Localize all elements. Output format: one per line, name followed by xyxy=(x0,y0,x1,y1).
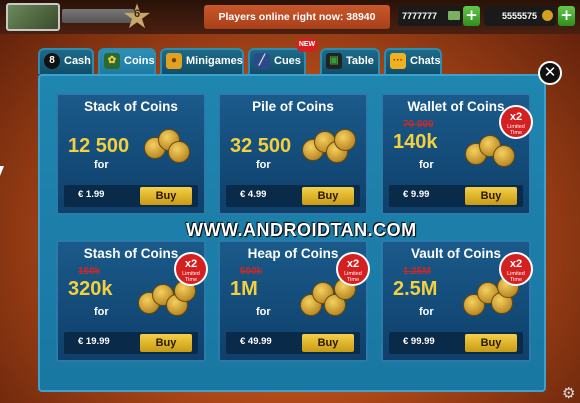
buy-button[interactable]: Buy xyxy=(465,187,517,205)
minigames-icon: ● xyxy=(166,53,182,69)
tab-cash[interactable]: 8 Cash xyxy=(38,48,94,74)
price-row: € 99.99 Buy xyxy=(389,332,523,354)
price-row: € 9.99 Buy xyxy=(389,185,523,207)
cash-icon xyxy=(448,11,460,20)
cash-8ball-icon: 8 xyxy=(44,53,60,69)
coins-amount: 5555575 xyxy=(502,11,538,21)
x2-limited-badge: x2 Limited Time xyxy=(336,252,370,286)
offer-for-label: for xyxy=(419,306,434,318)
badge-multiplier: x2 xyxy=(184,258,198,270)
add-cash-button[interactable]: + xyxy=(463,6,480,26)
x2-limited-badge: x2 Limited Time xyxy=(174,252,208,286)
offer-amount: 1M xyxy=(230,278,258,300)
price-row: € 19.99 Buy xyxy=(64,332,198,354)
tab-table[interactable]: ▣ Table xyxy=(320,48,380,74)
tab-minigames[interactable]: ● Minigames xyxy=(160,48,244,74)
coins-icon: ✿ xyxy=(104,53,120,69)
new-badge: NEW xyxy=(296,38,318,52)
offer-price: € 4.99 xyxy=(240,189,267,200)
tab-label: Cues xyxy=(274,55,301,67)
badge-text: Limited Time xyxy=(507,124,525,136)
offer-price: € 1.99 xyxy=(78,189,105,200)
offer-card-pile: Pile of Coins 32 500 for € 4.99 Buy xyxy=(218,93,368,215)
offer-old-amount: 1.25M xyxy=(403,266,431,277)
buy-button[interactable]: Buy xyxy=(140,187,192,205)
chats-icon: ··· xyxy=(390,53,406,69)
online-players-text: Players online right now: 38940 xyxy=(204,5,390,29)
offer-card-stash: Stash of Coins 160k 320k for x2 Limited … xyxy=(56,240,208,362)
buy-button[interactable]: Buy xyxy=(302,334,354,352)
offer-amount: 320k xyxy=(68,278,113,300)
offer-card-stack: Stack of Coins 12 500 for € 1.99 Buy xyxy=(56,93,206,215)
avatar[interactable] xyxy=(6,3,60,31)
offer-old-amount: 500k xyxy=(240,266,263,277)
buy-button[interactable]: Buy xyxy=(140,334,192,352)
tab-label: Table xyxy=(346,55,374,67)
offer-price: € 99.99 xyxy=(403,336,435,347)
offer-old-amount: 160k xyxy=(78,266,101,277)
x2-limited-badge: x2 Limited Time xyxy=(499,252,533,286)
offer-price: € 19.99 xyxy=(78,336,110,347)
offer-amount: 2.5M xyxy=(393,278,438,300)
table-icon: ▣ xyxy=(326,53,342,69)
tab-coins[interactable]: ✿ Coins xyxy=(98,48,156,76)
price-row: € 1.99 Buy xyxy=(64,185,198,207)
tab-chats[interactable]: ··· Chats xyxy=(384,48,442,74)
badge-multiplier: x2 xyxy=(509,258,523,270)
tab-label: Chats xyxy=(410,55,441,67)
coin-pile-icon xyxy=(138,123,194,169)
offer-title: Stack of Coins xyxy=(84,99,178,114)
offer-for-label: for xyxy=(419,159,434,171)
offer-for-label: for xyxy=(94,159,109,171)
badge-multiplier: x2 xyxy=(346,258,360,270)
buy-button[interactable]: Buy xyxy=(302,187,354,205)
watermark-text: WWW.ANDROIDTAN.COM xyxy=(186,220,417,240)
mouse-cursor-icon xyxy=(0,166,4,176)
cash-amount: 7777777 xyxy=(402,11,438,21)
offer-price: € 9.99 xyxy=(403,189,430,200)
tab-cues[interactable]: ╱ Cues xyxy=(248,48,306,74)
close-button[interactable]: ✕ xyxy=(538,61,562,85)
price-row: € 49.99 Buy xyxy=(226,332,360,354)
coins-icon xyxy=(542,10,553,21)
offer-amount: 32 500 xyxy=(230,135,292,157)
offer-amount: 140k xyxy=(393,131,438,153)
offer-price: € 49.99 xyxy=(240,336,272,347)
tab-label: Coins xyxy=(124,55,155,67)
offer-card-heap: Heap of Coins 500k 1M for x2 Limited Tim… xyxy=(218,240,370,362)
tab-label: Cash xyxy=(64,55,91,67)
tab-label: Minigames xyxy=(186,55,243,67)
price-row: € 4.99 Buy xyxy=(226,185,360,207)
offer-amount: 12 500 xyxy=(68,135,130,157)
x2-limited-badge: x2 Limited Time xyxy=(499,105,533,139)
badge-text: Limited Time xyxy=(344,271,362,283)
buy-button[interactable]: Buy xyxy=(465,334,517,352)
offer-for-label: for xyxy=(256,159,271,171)
coins-balance: 5555575 xyxy=(484,6,556,26)
cues-icon: ╱ xyxy=(254,53,270,69)
offer-old-amount: 70 000 xyxy=(403,119,434,130)
cash-balance: 7777777 xyxy=(398,6,462,26)
badge-text: Limited Time xyxy=(507,271,525,283)
coin-pile-icon xyxy=(300,123,356,169)
offer-for-label: for xyxy=(94,306,109,318)
add-coins-button[interactable]: + xyxy=(558,6,575,26)
gear-icon[interactable]: ⚙ xyxy=(562,385,578,401)
offer-card-wallet: Wallet of Coins 70 000 140k for x2 Limit… xyxy=(381,93,533,215)
level-number: 6 xyxy=(133,8,141,20)
offer-for-label: for xyxy=(256,306,271,318)
offer-title: Pile of Coins xyxy=(252,99,334,114)
offer-card-vault: Vault of Coins 1.25M 2.5M for x2 Limited… xyxy=(381,240,533,362)
badge-multiplier: x2 xyxy=(509,111,523,123)
badge-text: Limited Time xyxy=(182,271,200,283)
